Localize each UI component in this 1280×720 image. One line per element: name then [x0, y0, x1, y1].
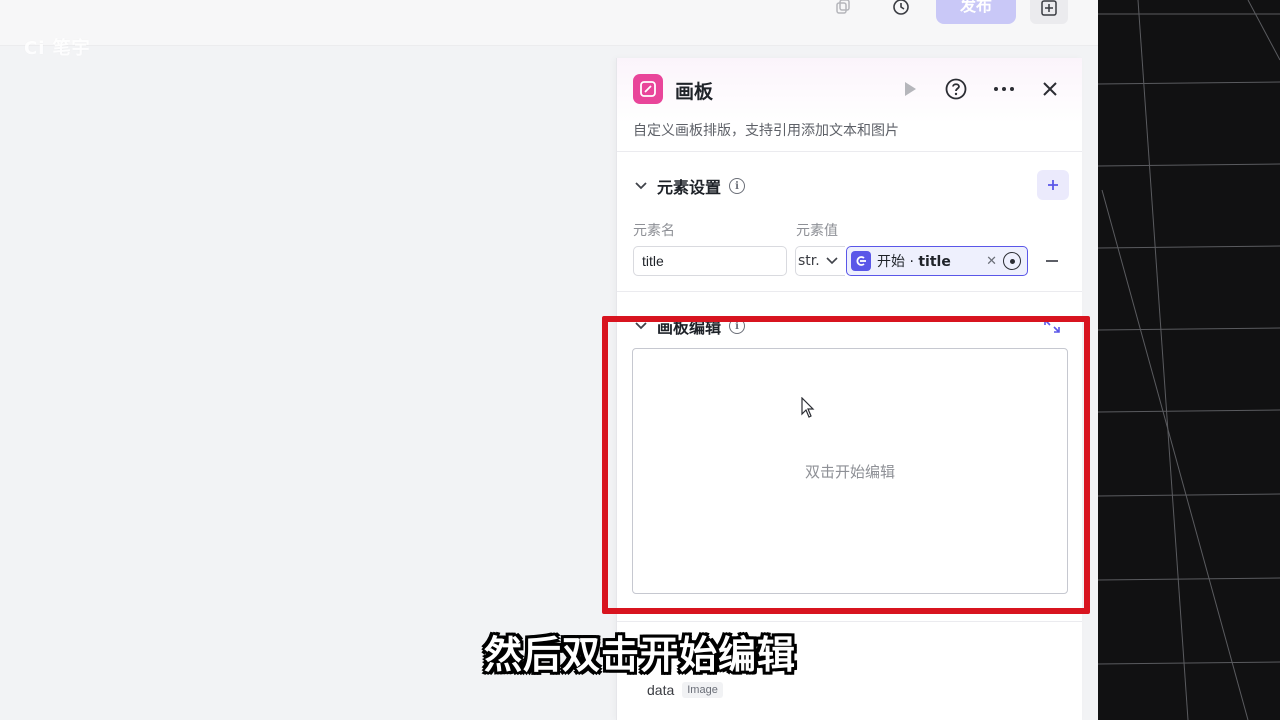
- output-row: data Image: [647, 682, 723, 698]
- output-name: data: [647, 682, 675, 698]
- element-settings-section: 元素设置 i 元素名 元素值 title str. 开始 · title ✕: [617, 152, 1082, 292]
- history-icon[interactable]: [886, 0, 916, 20]
- plus-icon: [1048, 180, 1058, 190]
- highlight-box: [602, 316, 1090, 614]
- publish-button[interactable]: 发布: [936, 0, 1016, 24]
- close-icon[interactable]: [1035, 74, 1065, 104]
- top-toolbar: Ci 笔宇 发布: [0, 0, 1098, 59]
- help-icon[interactable]: [941, 74, 971, 104]
- add-node-icon[interactable]: [1030, 0, 1068, 24]
- dark-background: [1098, 0, 1280, 720]
- start-node-icon: [851, 251, 871, 271]
- remove-element-button[interactable]: [1041, 246, 1063, 276]
- copy-icon[interactable]: [828, 0, 858, 20]
- element-settings-title: 元素设置: [657, 178, 722, 197]
- video-subtitle: 然后双击开始编辑: [483, 633, 796, 677]
- run-icon[interactable]: [895, 74, 925, 104]
- element-settings-header[interactable]: 元素设置 i: [633, 174, 746, 198]
- element-value-reference[interactable]: 开始 · title ✕: [846, 246, 1028, 276]
- element-value-label: 元素值: [796, 223, 838, 239]
- panel-title: 画板: [675, 81, 714, 103]
- reference-label: 开始 · title: [877, 254, 951, 270]
- element-type-select[interactable]: str.: [795, 246, 845, 276]
- chevron-down-icon[interactable]: [633, 179, 649, 193]
- more-icon[interactable]: [989, 74, 1019, 104]
- panel-header: 画板 自定义画板排版，支持引用添加文本和图片: [617, 58, 1082, 152]
- info-icon[interactable]: i: [729, 178, 746, 194]
- chevron-down-icon: [826, 257, 838, 265]
- clear-reference-icon[interactable]: ✕: [986, 254, 997, 269]
- grid-lines: [1098, 0, 1280, 720]
- output-type-badge: Image: [682, 682, 723, 698]
- variable-picker-icon[interactable]: [1003, 252, 1021, 270]
- element-name-input[interactable]: title: [633, 246, 787, 276]
- element-name-label: 元素名: [633, 223, 675, 239]
- add-element-button[interactable]: [1037, 170, 1069, 200]
- element-type-value: str.: [798, 253, 820, 269]
- panel-description: 自定义画板排版，支持引用添加文本和图片: [633, 123, 899, 139]
- minus-icon: [1046, 260, 1058, 262]
- watermark: Ci 笔宇: [24, 38, 91, 59]
- canvas-node-icon: [633, 74, 663, 104]
